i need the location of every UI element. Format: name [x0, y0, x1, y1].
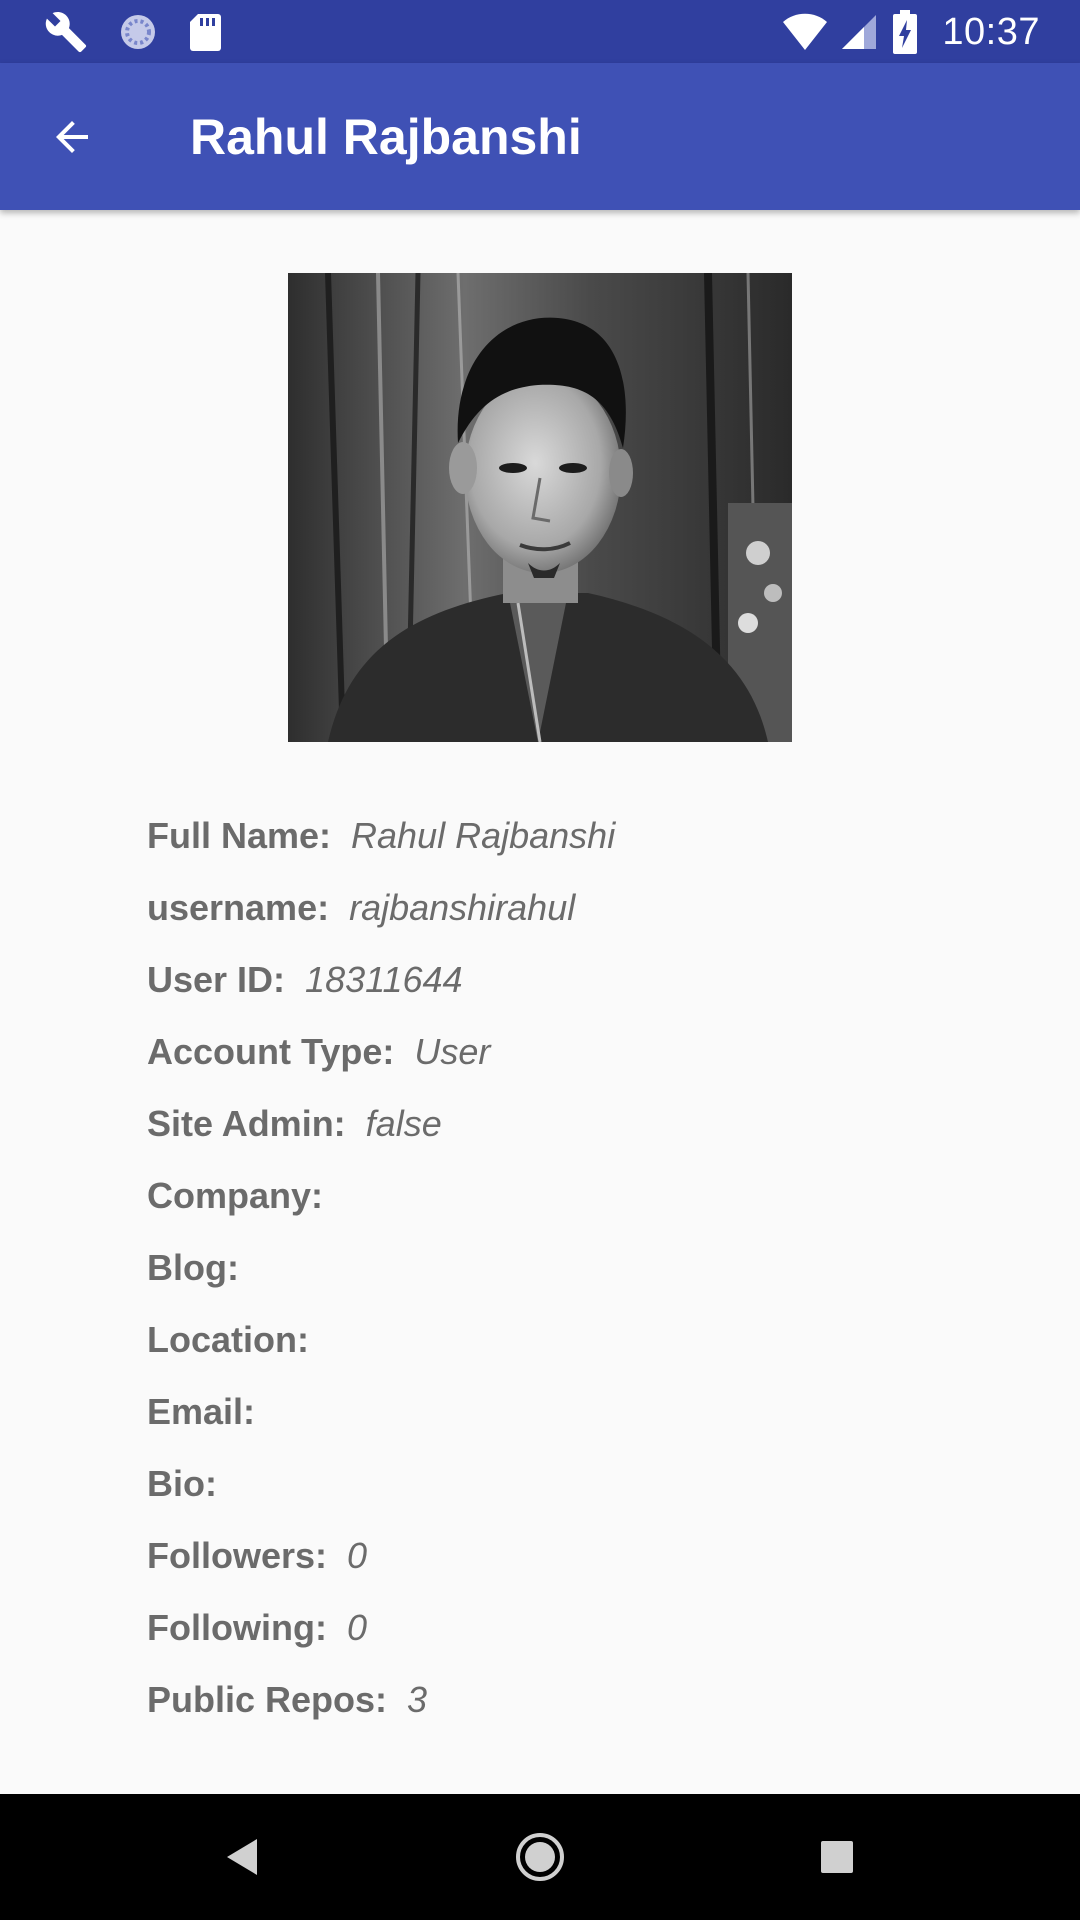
site-admin-value: false: [365, 1103, 442, 1144]
public-repos-label: Public Repos:: [147, 1679, 388, 1720]
user-id-value: 18311644: [305, 959, 463, 1000]
wrench-icon: [44, 10, 88, 54]
profile-details: Full Name: Rahul Rajbanshi username: raj…: [147, 800, 1047, 1736]
company-row: Company:: [147, 1160, 1047, 1232]
nav-recents-button[interactable]: [797, 1822, 877, 1892]
nav-home-button[interactable]: [500, 1822, 580, 1892]
location-label: Location:: [147, 1319, 309, 1360]
back-button[interactable]: [30, 99, 114, 175]
sync-circle-icon: [118, 12, 158, 52]
bio-row: Bio:: [147, 1448, 1047, 1520]
account-type-row: Account Type: User: [147, 1016, 1047, 1088]
user-id-row: User ID: 18311644: [147, 944, 1047, 1016]
full-name-value: Rahul Rajbanshi: [351, 815, 616, 856]
app-bar: Rahul Rajbanshi: [0, 63, 1080, 210]
profile-photo: [288, 273, 792, 742]
page-title: Rahul Rajbanshi: [190, 109, 582, 165]
status-left-icons: [44, 10, 222, 54]
wifi-icon: [782, 12, 828, 52]
site-admin-label: Site Admin:: [147, 1103, 346, 1144]
company-label: Company:: [147, 1175, 324, 1216]
followers-value: 0: [347, 1535, 368, 1576]
battery-charging-icon: [892, 10, 918, 54]
blog-label: Blog:: [147, 1247, 239, 1288]
followers-label: Followers:: [147, 1535, 328, 1576]
public-repos-value: 3: [407, 1679, 428, 1720]
following-label: Following:: [147, 1607, 327, 1648]
screen: 10:37 Rahul Rajbanshi Full Name: Rahul R…: [0, 0, 1080, 1920]
email-label: Email:: [147, 1391, 256, 1432]
following-value: 0: [346, 1607, 367, 1648]
full-name-row: Full Name: Rahul Rajbanshi: [147, 800, 1047, 872]
arrow-back-icon: [56, 121, 88, 153]
nav-back-button[interactable]: [202, 1822, 282, 1892]
full-name-label: Full Name:: [147, 815, 332, 856]
user-id-label: User ID:: [147, 959, 286, 1000]
sd-card-icon: [188, 12, 222, 52]
bio-label: Bio:: [147, 1463, 217, 1504]
status-right-icons: 10:37: [782, 8, 1040, 56]
username-label: username:: [147, 887, 330, 928]
site-admin-row: Site Admin: false: [147, 1088, 1047, 1160]
followers-row: Followers: 0: [147, 1520, 1047, 1592]
status-time: 10:37: [942, 10, 1040, 53]
username-row: username: rajbanshirahul: [147, 872, 1047, 944]
following-row: Following: 0: [147, 1592, 1047, 1664]
blog-row: Blog:: [147, 1232, 1047, 1304]
account-type-value: User: [414, 1031, 491, 1072]
nav-back-icon: [227, 1839, 257, 1875]
status-bar: 10:37: [0, 0, 1080, 63]
username-value: rajbanshirahul: [349, 887, 576, 928]
nav-home-icon: [516, 1833, 564, 1881]
navigation-bar: [0, 1794, 1080, 1920]
location-row: Location:: [147, 1304, 1047, 1376]
cell-signal-icon: [842, 13, 878, 51]
account-type-label: Account Type:: [147, 1031, 395, 1072]
nav-recents-icon: [821, 1841, 853, 1873]
public-repos-row: Public Repos: 3: [147, 1664, 1047, 1736]
email-row: Email:: [147, 1376, 1047, 1448]
